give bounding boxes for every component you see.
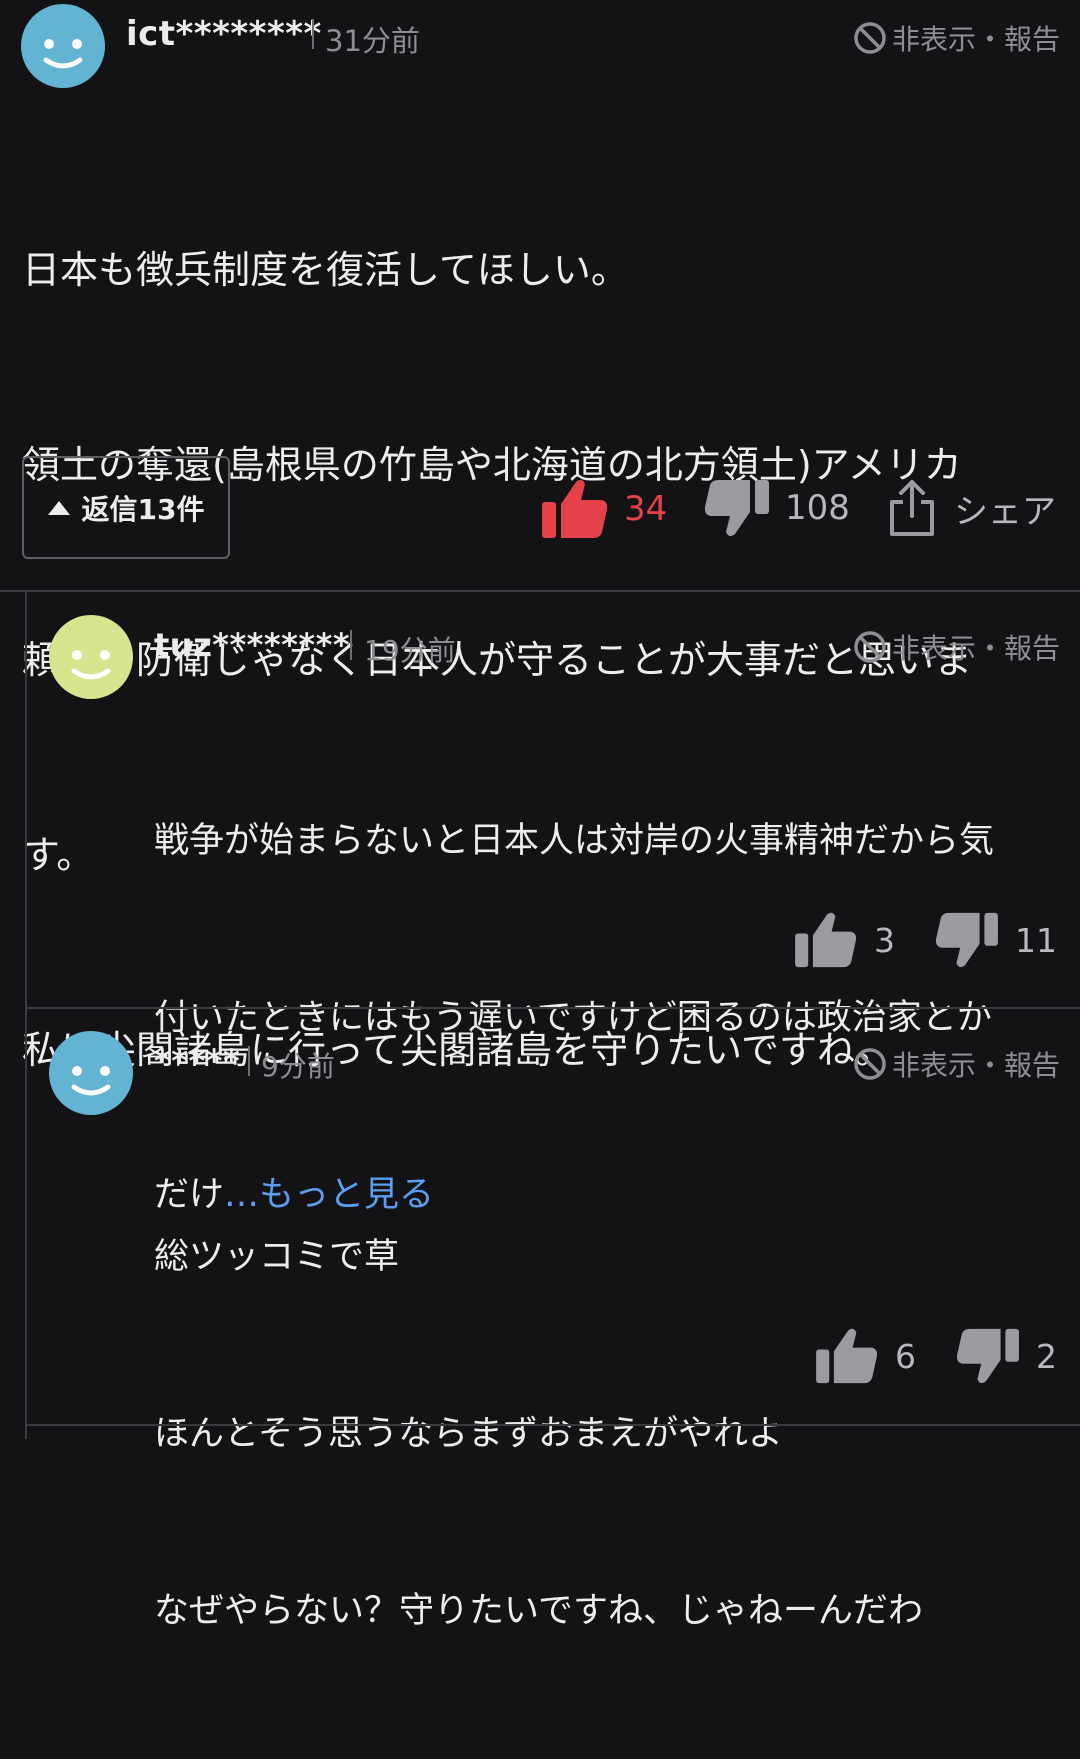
like-count: 6 [895, 1336, 916, 1376]
username[interactable]: ict******** [126, 14, 322, 54]
comment-line: 戦争が始まらないと日本人は対岸の火事精神だから気 [154, 821, 995, 861]
divider [27, 1007, 1080, 1009]
smiley-face-icon [49, 615, 133, 699]
comment-body: 総ツッコミで草 ほんとそう思うならまずおまえがやれよ なぜやらない？守りたいです… [154, 1110, 1064, 1759]
share-label: シェア [954, 491, 1056, 532]
prohibited-icon [854, 631, 886, 663]
share-icon [890, 480, 934, 536]
comment-line: 日本も徴兵制度を復活してほしい。 [22, 248, 629, 292]
separator [312, 19, 314, 49]
hide-report-button[interactable]: 非表示・報告 [852, 1044, 1060, 1084]
share-button[interactable]: シェア [888, 478, 1056, 538]
like-count: 34 [624, 489, 668, 529]
timestamp: 31分前 [325, 24, 420, 58]
hide-report-button[interactable]: 非表示・報告 [852, 18, 1060, 58]
thumbs-up-icon [795, 912, 857, 968]
timestamp: 19分前 [364, 634, 456, 667]
dislike-count: 108 [785, 488, 850, 528]
avatar[interactable] [49, 615, 133, 699]
thumbs-down-icon [956, 1328, 1019, 1384]
like-button[interactable]: 6 [815, 1327, 916, 1385]
prohibited-icon [854, 22, 886, 54]
like-button[interactable]: 34 [542, 478, 667, 540]
thumbs-down-icon [935, 912, 998, 968]
thread-line [25, 592, 27, 1439]
username[interactable]: ***** [154, 1042, 240, 1080]
username[interactable]: tuz******** [154, 626, 350, 664]
show-replies-button[interactable]: 返信13件 [22, 456, 230, 559]
like-count: 3 [874, 920, 895, 960]
timestamp: 9分前 [261, 1050, 335, 1083]
like-button[interactable]: 3 [794, 911, 895, 969]
reply-count-label: 返信13件 [81, 492, 205, 526]
prohibited-icon [854, 1048, 886, 1080]
dislike-button[interactable]: 108 [705, 478, 850, 538]
dislike-count: 2 [1036, 1336, 1057, 1376]
comment-line: 総ツッコミで草 [154, 1237, 400, 1277]
dislike-button[interactable]: 11 [935, 911, 1057, 969]
divider [0, 590, 1080, 592]
comment-line: なぜやらない？守りたいですね、じゃねーんだわ [154, 1591, 923, 1631]
smiley-face-icon [21, 4, 105, 88]
comment-line: 付いたときにはもう遅いですけど困るのは政治家とか [154, 998, 992, 1038]
hide-report-label: 非表示・報告 [891, 1049, 1060, 1082]
divider [27, 1424, 1080, 1426]
smiley-face-icon [49, 1031, 133, 1115]
thumbs-up-icon [542, 479, 608, 538]
comment-line: ほんとそう思うならまずおまえがやれよ [154, 1414, 783, 1454]
avatar[interactable] [21, 4, 105, 88]
thumbs-up-icon [816, 1328, 878, 1384]
dislike-button[interactable]: 2 [956, 1327, 1057, 1385]
dislike-count: 11 [1015, 920, 1057, 960]
separator [248, 1046, 250, 1076]
hide-report-button[interactable]: 非表示・報告 [852, 627, 1060, 667]
thumbs-down-icon [705, 480, 769, 537]
hide-report-label: 非表示・報告 [891, 632, 1060, 665]
avatar[interactable] [49, 1031, 133, 1115]
hide-report-label: 非表示・報告 [891, 23, 1060, 56]
separator [350, 630, 352, 660]
triangle-up-icon [47, 500, 70, 515]
